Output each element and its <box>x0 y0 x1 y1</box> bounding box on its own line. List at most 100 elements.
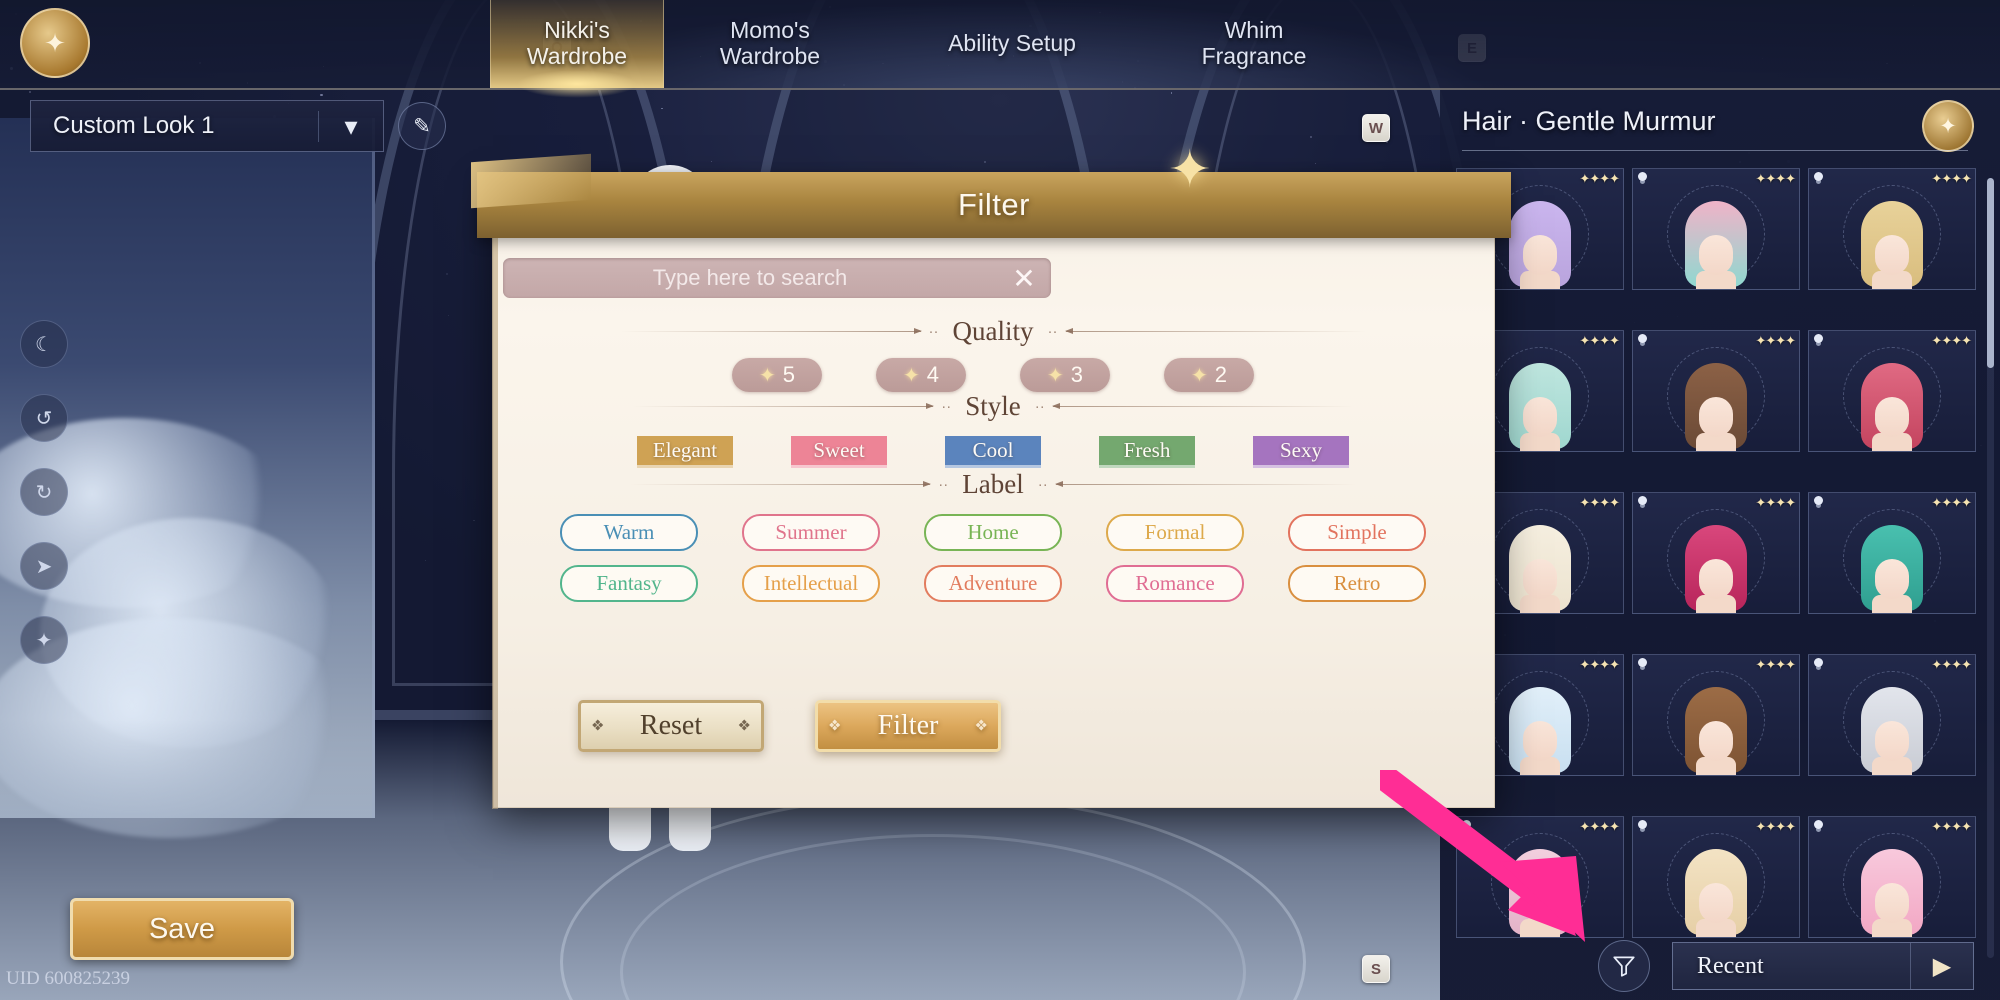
key-w[interactable]: W <box>1362 114 1390 142</box>
quality-options: ✦ 5 ✦ 4 ✦ 3 ✦ 2 <box>493 358 1493 392</box>
camera-icon[interactable]: ➤ <box>20 542 68 590</box>
label-section-heading: ·· Label ·· <box>493 469 1493 500</box>
rotate-right-icon[interactable]: ↻ <box>20 468 68 516</box>
item-thumbnail-face <box>1523 559 1557 599</box>
item-cell[interactable]: ✦✦✦✦ <box>1632 492 1800 614</box>
decorative-sparkle-icon: ✦ <box>1168 141 1212 199</box>
sort-selector[interactable]: Recent ▶ <box>1672 942 1974 990</box>
tab-whim-fragrance[interactable]: Whim Fragrance <box>1168 0 1340 88</box>
custom-look-selector[interactable]: Custom Look 1 ▾ <box>30 100 384 152</box>
ornament-right-icon: ❖ <box>737 718 751 735</box>
sort-arrow-icon[interactable]: ▶ <box>1910 943 1973 989</box>
tool-rail: ☾ ↺ ↻ ➤ ✦ <box>20 320 68 690</box>
quality-option-5[interactable]: ✦ 5 <box>732 358 822 392</box>
item-cell[interactable]: ✦✦✦✦ <box>1632 816 1800 938</box>
compass-emblem-icon[interactable]: ✦ <box>20 8 90 78</box>
quality-option-label: 5 <box>782 362 795 387</box>
chevron-down-icon[interactable]: ▾ <box>318 110 383 142</box>
item-cell[interactable]: ✦✦✦✦ <box>1808 816 1976 938</box>
key-s[interactable]: S <box>1362 955 1390 983</box>
quality-option-label: 4 <box>926 362 939 387</box>
item-cell[interactable]: ✦✦✦✦ <box>1808 492 1976 614</box>
ornament-right-icon: ❖ <box>974 718 988 735</box>
label-option-formal[interactable]: Formal <box>1106 514 1244 551</box>
tab-momo-s-wardrobe[interactable]: Momo's Wardrobe <box>684 0 856 88</box>
reset-button[interactable]: ❖ Reset ❖ <box>578 700 764 752</box>
label-option-adventure[interactable]: Adventure <box>924 565 1062 602</box>
style-option-sweet[interactable]: Sweet <box>791 436 887 468</box>
save-button[interactable]: Save <box>70 898 294 960</box>
filter-button-label: Filter <box>877 710 939 741</box>
top-navigation-bar: ✦ Nikki's Wardrobe Momo's Wardrobe Ability… <box>0 0 2000 90</box>
item-cell[interactable]: ✦✦✦✦ <box>1632 168 1800 290</box>
label-option-warm[interactable]: Warm <box>560 514 698 551</box>
filter-dialog-header: Filter <box>471 153 1511 238</box>
heading-dots: ·· <box>1034 398 1045 415</box>
item-thumbnail-face <box>1875 559 1909 599</box>
label-option-retro[interactable]: Retro <box>1288 565 1426 602</box>
item-cell[interactable]: ✦✦✦✦ <box>1632 330 1800 452</box>
label-heading-text: Label <box>962 469 1024 499</box>
star <box>1170 92 1173 94</box>
item-rarity-stars: ✦✦✦✦ <box>1931 333 1972 348</box>
label-option-intellectual[interactable]: Intellectual <box>742 565 880 602</box>
style-option-elegant[interactable]: Elegant <box>637 436 733 468</box>
item-thumbnail-face <box>1699 721 1733 761</box>
quality-option-2[interactable]: ✦ 2 <box>1164 358 1254 392</box>
label-option-summer[interactable]: Summer <box>742 514 880 551</box>
ornament-left-icon: ❖ <box>828 718 842 735</box>
heading-rule-right <box>1054 481 1356 487</box>
label-option-simple[interactable]: Simple <box>1288 514 1426 551</box>
item-cell[interactable]: ✦✦✦✦ <box>1808 330 1976 452</box>
divider <box>1462 150 1968 151</box>
style-section-heading: ·· Style ·· <box>493 391 1493 422</box>
sparkle-icon[interactable]: ✦ <box>20 616 68 664</box>
item-rarity-stars: ✦✦✦✦ <box>1755 495 1796 510</box>
label-option-home[interactable]: Home <box>924 514 1062 551</box>
filter-search-field[interactable]: Type here to search ✕ <box>503 258 1051 298</box>
tab-nikki-s-wardrobe[interactable]: Nikki's Wardrobe <box>490 0 664 88</box>
item-rarity-stars: ✦✦✦✦ <box>1931 819 1972 834</box>
item-grid-scrollbar[interactable] <box>1987 178 1994 958</box>
rotate-left-icon[interactable]: ↺ <box>20 394 68 442</box>
sparkle-badge-icon[interactable]: ✦ <box>1922 100 1974 152</box>
quality-option-3[interactable]: ✦ 3 <box>1020 358 1110 392</box>
item-rarity-stars: ✦✦✦✦ <box>1579 171 1620 186</box>
item-rarity-stars: ✦✦✦✦ <box>1755 333 1796 348</box>
item-pin-icon <box>1638 334 1647 343</box>
apply-filter-button[interactable]: ❖ Filter ❖ <box>815 700 1001 752</box>
tab-ability-setup[interactable]: Ability Setup <box>886 0 1138 88</box>
style-option-cool[interactable]: Cool <box>945 436 1041 468</box>
heading-dots: ·· <box>1037 476 1048 493</box>
star-icon: ✦ <box>1046 364 1064 387</box>
style-options: Elegant Sweet Cool Fresh Sexy <box>493 436 1493 468</box>
sort-label: Recent <box>1697 952 1764 979</box>
moon-icon[interactable]: ☾ <box>20 320 68 368</box>
item-pin-icon <box>1814 658 1823 667</box>
item-rarity-stars: ✦✦✦✦ <box>1755 657 1796 672</box>
quality-option-4[interactable]: ✦ 4 <box>876 358 966 392</box>
item-thumbnail-face <box>1699 883 1733 923</box>
item-rarity-stars: ✦✦✦✦ <box>1755 819 1796 834</box>
quality-option-label: 3 <box>1070 362 1083 387</box>
quality-heading-text: Quality <box>952 316 1034 346</box>
filter-dialog-title: Filter <box>958 187 1030 222</box>
item-cell[interactable]: ✦✦✦✦ <box>1808 654 1976 776</box>
label-options-row-2: Fantasy Intellectual Adventure Romance Retro <box>493 565 1493 602</box>
reset-button-label: Reset <box>639 710 703 741</box>
label-option-fantasy[interactable]: Fantasy <box>560 565 698 602</box>
style-option-fresh[interactable]: Fresh <box>1099 436 1195 468</box>
scrollbar-thumb[interactable] <box>1987 178 1994 368</box>
item-thumbnail-face <box>1875 721 1909 761</box>
item-thumbnail-face <box>1875 235 1909 275</box>
item-cell[interactable]: ✦✦✦✦ <box>1808 168 1976 290</box>
close-icon[interactable]: ✕ <box>997 262 1051 295</box>
item-thumbnail-face <box>1523 235 1557 275</box>
pencil-icon[interactable]: ✎ <box>398 102 446 150</box>
item-thumbnail-face <box>1699 397 1733 437</box>
item-thumbnail-face <box>1875 883 1909 923</box>
style-option-sexy[interactable]: Sexy <box>1253 436 1349 468</box>
label-option-romance[interactable]: Romance <box>1106 565 1244 602</box>
item-cell[interactable]: ✦✦✦✦ <box>1632 654 1800 776</box>
nav-tabs: Nikki's Wardrobe Momo's Wardrobe Ability S… <box>490 0 1340 88</box>
